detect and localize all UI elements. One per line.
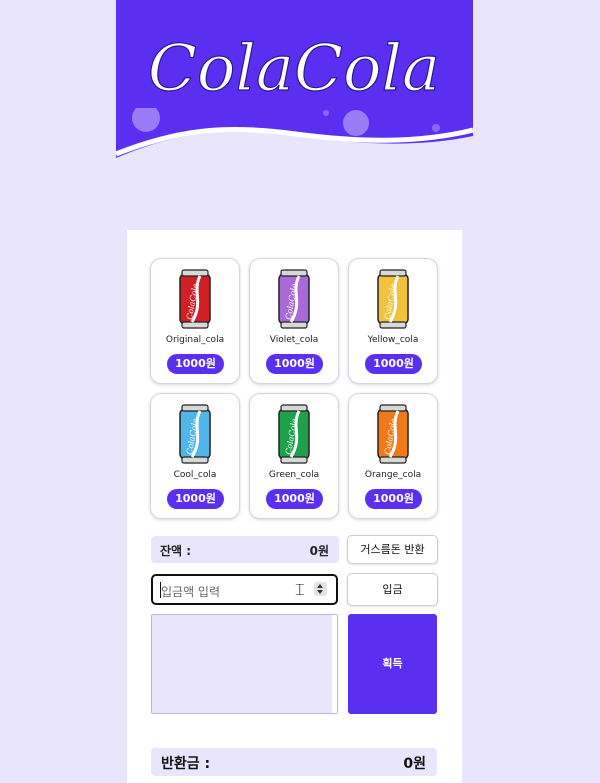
cola-can-icon: ColaCola bbox=[377, 404, 409, 464]
cola-can-icon: ColaCola bbox=[179, 404, 211, 464]
cola-can-icon: ColaCola bbox=[278, 269, 310, 329]
scrollbar[interactable] bbox=[332, 615, 337, 713]
cola-can-icon: ColaCola bbox=[278, 404, 310, 464]
refund-display: 반환금 : 0원 bbox=[151, 748, 437, 776]
balance-value: 0원 bbox=[309, 544, 329, 558]
bubbles-wave bbox=[116, 108, 473, 168]
acquire-button[interactable]: 획득 bbox=[348, 614, 437, 714]
product-card-orange[interactable]: ColaCola Orange_cola 1000원 bbox=[349, 394, 437, 518]
selected-items-list[interactable] bbox=[151, 614, 338, 714]
svg-text:ColaCola: ColaCola bbox=[148, 32, 440, 106]
product-price: 1000원 bbox=[365, 489, 422, 509]
balance-label: 잔액 : bbox=[160, 544, 192, 558]
product-price: 1000원 bbox=[266, 489, 323, 509]
product-name: Cool_cola bbox=[173, 470, 217, 480]
return-change-button[interactable]: 거스름돈 반환 bbox=[348, 536, 437, 563]
refund-value: 0원 bbox=[403, 756, 426, 772]
cola-can-icon: ColaCola bbox=[179, 269, 211, 329]
cola-can-icon: ColaCola bbox=[377, 269, 409, 329]
product-price: 1000원 bbox=[266, 354, 323, 374]
vending-machine-panel: ColaCola Original_cola 1000원 ColaCola Vi… bbox=[127, 230, 462, 783]
text-cursor-icon: ⌶ bbox=[295, 580, 305, 599]
product-card-cool[interactable]: ColaCola Cool_cola 1000원 bbox=[151, 394, 239, 518]
product-name: Green_cola bbox=[268, 470, 320, 480]
deposit-amount-input[interactable]: 입금액 입력 ⌶ bbox=[151, 574, 338, 605]
refund-label: 반환금 : bbox=[161, 756, 211, 772]
product-card-violet[interactable]: ColaCola Violet_cola 1000원 bbox=[250, 259, 338, 383]
product-card-original[interactable]: ColaCola Original_cola 1000원 bbox=[151, 259, 239, 383]
product-name: Yellow_cola bbox=[367, 335, 419, 345]
product-price: 1000원 bbox=[365, 354, 422, 374]
deposit-button[interactable]: 입금 bbox=[348, 574, 437, 605]
balance-display: 잔액 : 0원 bbox=[151, 536, 339, 563]
product-card-yellow[interactable]: ColaCola Yellow_cola 1000원 bbox=[349, 259, 437, 383]
deposit-placeholder: 입금액 입력 bbox=[161, 585, 221, 599]
number-spinner[interactable] bbox=[314, 582, 327, 596]
product-price: 1000원 bbox=[167, 354, 224, 374]
header-banner: ColaCola bbox=[116, 0, 473, 168]
product-name: Violet_cola bbox=[269, 335, 319, 345]
product-card-green[interactable]: ColaCola Green_cola 1000원 bbox=[250, 394, 338, 518]
product-name: Orange_cola bbox=[364, 470, 422, 480]
product-price: 1000원 bbox=[167, 489, 224, 509]
product-name: Original_cola bbox=[165, 335, 225, 345]
